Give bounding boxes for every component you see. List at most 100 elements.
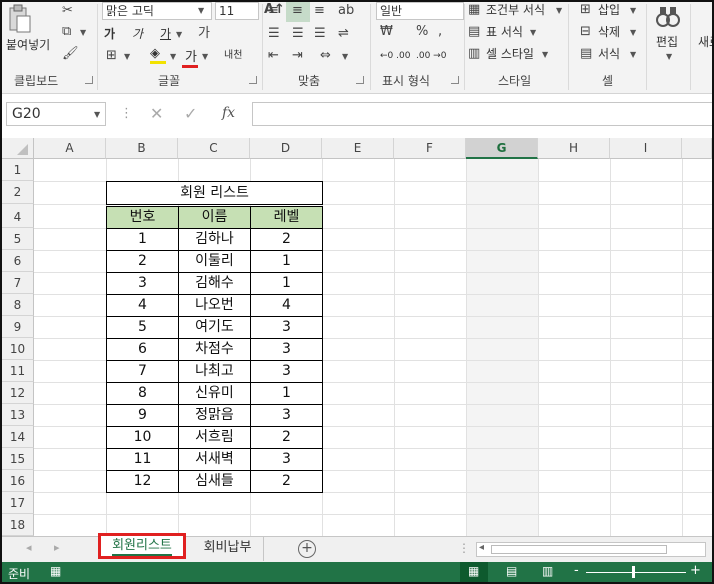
delete-button[interactable]: 삭제: [598, 24, 620, 40]
table-cell-name[interactable]: 이둘리: [178, 250, 251, 273]
select-all-corner[interactable]: [2, 138, 34, 159]
table-cell-name[interactable]: 서새벽: [178, 448, 251, 471]
column-header-f[interactable]: F: [394, 138, 466, 159]
format-button[interactable]: 서식: [598, 46, 620, 62]
table-cell-level[interactable]: 3: [250, 404, 323, 427]
paste-button[interactable]: 붙여넣기: [6, 37, 50, 53]
horizontal-scrollbar[interactable]: ◂: [476, 542, 706, 557]
row-header-13[interactable]: 13: [2, 404, 34, 426]
column-header-h[interactable]: H: [538, 138, 610, 159]
zoom-out-icon[interactable]: -: [574, 563, 579, 578]
accounting-format-icon[interactable]: ₩: [380, 24, 393, 40]
row-header-6[interactable]: 6: [2, 250, 34, 272]
extra-ribbon-button[interactable]: 새로: [698, 34, 712, 50]
font-name-dropdown-icon[interactable]: ▼: [198, 2, 204, 19]
row-header-5[interactable]: 5: [2, 228, 34, 250]
name-box[interactable]: G20: [6, 102, 106, 126]
insert-dropdown-icon[interactable]: ▼: [630, 6, 636, 15]
border-icon[interactable]: ⊞: [106, 48, 117, 64]
table-cell-level[interactable]: 3: [250, 338, 323, 361]
table-cell-number[interactable]: 12: [106, 470, 179, 493]
delete-dropdown-icon[interactable]: ▼: [630, 28, 636, 37]
row-header-9[interactable]: 9: [2, 316, 34, 338]
number-format-select[interactable]: 일반: [376, 2, 464, 20]
format-painter-icon[interactable]: 🖌: [62, 46, 79, 62]
font-size-select[interactable]: 11: [215, 2, 259, 20]
column-header-a[interactable]: A: [34, 138, 106, 159]
table-header-level[interactable]: 레벨: [250, 206, 323, 229]
row-header-18[interactable]: 18: [2, 514, 34, 536]
row-header-15[interactable]: 15: [2, 448, 34, 470]
conditional-format-button[interactable]: 조건부 서식: [486, 2, 545, 18]
number-launcher-icon[interactable]: [451, 76, 459, 84]
column-header-g[interactable]: G: [466, 138, 538, 159]
column-header-partial[interactable]: [682, 138, 712, 159]
table-cell-number[interactable]: 3: [106, 272, 179, 295]
table-cell-name[interactable]: 서흐림: [178, 426, 251, 449]
sheet-tab-members[interactable]: 회원리스트: [98, 533, 186, 559]
formula-input[interactable]: [252, 102, 712, 126]
align-left-icon[interactable]: ☰: [268, 26, 280, 42]
table-cell-level[interactable]: 3: [250, 316, 323, 339]
table-cell-level[interactable]: 1: [250, 272, 323, 295]
table-cell-number[interactable]: 10: [106, 426, 179, 449]
underline-button[interactable]: 가: [160, 26, 171, 42]
merge-dropdown-icon[interactable]: ▼: [342, 52, 348, 61]
column-header-b[interactable]: B: [106, 138, 178, 159]
zoom-slider-thumb[interactable]: [632, 566, 635, 578]
wrap-text-icon[interactable]: ⇌: [338, 26, 349, 42]
row-header-4[interactable]: 4: [2, 204, 34, 228]
name-box-dropdown-icon[interactable]: ▼: [94, 110, 100, 119]
percent-icon[interactable]: %: [416, 24, 428, 40]
scroll-thumb[interactable]: [491, 545, 667, 554]
conditional-dropdown-icon[interactable]: ▼: [556, 6, 562, 15]
page-break-icon[interactable]: ▥: [542, 564, 553, 578]
table-header-name[interactable]: 이름: [178, 206, 251, 229]
cut-icon[interactable]: ✂: [62, 3, 73, 19]
table-cell-number[interactable]: 2: [106, 250, 179, 273]
table-cell-name[interactable]: 나오번: [178, 294, 251, 317]
row-header-12[interactable]: 12: [2, 382, 34, 404]
editing-dropdown-icon[interactable]: ▼: [666, 52, 672, 61]
table-cell-number[interactable]: 9: [106, 404, 179, 427]
alignment-launcher-icon[interactable]: [356, 76, 364, 84]
format-dropdown-icon[interactable]: ▼: [630, 50, 636, 59]
table-cell-name[interactable]: 정맑음: [178, 404, 251, 427]
column-header-e[interactable]: E: [322, 138, 394, 159]
font-launcher-icon[interactable]: [249, 76, 257, 84]
table-cell-number[interactable]: 1: [106, 228, 179, 251]
row-header-11[interactable]: 11: [2, 360, 34, 382]
table-cell-level[interactable]: 3: [250, 360, 323, 383]
zoom-slider-track[interactable]: [586, 572, 686, 573]
zoom-in-icon[interactable]: +: [690, 563, 701, 578]
table-cell-number[interactable]: 5: [106, 316, 179, 339]
border-dropdown-icon[interactable]: ▼: [124, 52, 130, 61]
align-center-icon[interactable]: ☰: [292, 26, 304, 42]
table-cell-name[interactable]: 김해수: [178, 272, 251, 295]
column-header-c[interactable]: C: [178, 138, 250, 159]
table-format-dropdown-icon[interactable]: ▼: [530, 28, 536, 37]
table-cell-name[interactable]: 차점수: [178, 338, 251, 361]
table-cell-level[interactable]: 1: [250, 382, 323, 405]
fill-dropdown-icon[interactable]: ▼: [170, 52, 176, 61]
insert-button[interactable]: 삽입: [598, 2, 620, 18]
table-header-number[interactable]: 번호: [106, 206, 179, 229]
bold-button[interactable]: 가: [104, 26, 115, 42]
prev-sheet-icon[interactable]: ◂: [26, 541, 32, 554]
merge-center-icon[interactable]: ⇔: [320, 48, 331, 64]
table-cell-name[interactable]: 나최고: [178, 360, 251, 383]
row-header-1[interactable]: 1: [2, 159, 34, 181]
enter-icon[interactable]: ✓: [184, 104, 197, 123]
scroll-left-icon[interactable]: ◂: [479, 542, 484, 553]
page-layout-icon[interactable]: ▤: [506, 564, 517, 578]
middle-align-icon[interactable]: ≡: [292, 3, 303, 19]
cell-styles-button[interactable]: 셀 스타일: [486, 46, 534, 62]
more-options-icon[interactable]: ⋮: [120, 106, 133, 121]
table-cell-name[interactable]: 김하나: [178, 228, 251, 251]
font-color-dropdown-icon[interactable]: ▼: [202, 52, 208, 61]
phonetic-guide-button[interactable]: 내천: [224, 48, 242, 64]
table-cell-number[interactable]: 8: [106, 382, 179, 405]
copy-icon[interactable]: ⧉: [62, 24, 71, 40]
row-header-16[interactable]: 16: [2, 470, 34, 492]
table-cell-level[interactable]: 2: [250, 228, 323, 251]
